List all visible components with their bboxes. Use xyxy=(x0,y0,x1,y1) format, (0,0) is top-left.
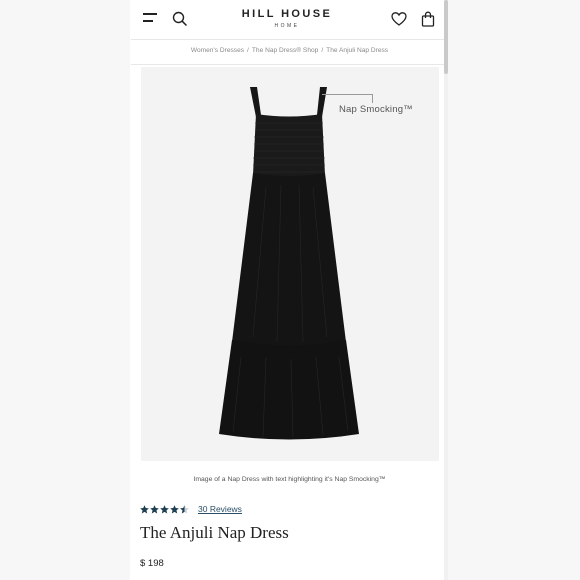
dress-illustration xyxy=(219,87,359,440)
star-icon xyxy=(160,504,169,514)
site-header: HILL HOUSE HOME xyxy=(131,0,448,40)
menu-icon[interactable] xyxy=(143,11,159,25)
breadcrumb-current-product[interactable]: The Anjuli Nap Dress xyxy=(326,47,388,54)
nap-smocking-callout: Nap Smocking™ xyxy=(339,104,413,115)
star-rating xyxy=(140,504,189,514)
breadcrumb-separator: / xyxy=(247,47,249,54)
callout-line xyxy=(372,94,373,103)
star-icon xyxy=(140,504,149,514)
star-icon xyxy=(150,504,159,514)
scrollbar-thumb[interactable] xyxy=(444,0,448,74)
site-logo[interactable]: HILL HOUSE HOME xyxy=(231,8,343,29)
heart-icon[interactable] xyxy=(391,11,407,27)
breadcrumb: Women's Dresses / The Nap Dress® Shop / The … xyxy=(131,39,448,65)
callout-line xyxy=(322,94,373,95)
breadcrumb-womens-dresses[interactable]: Women's Dresses xyxy=(191,47,244,54)
reviews-link[interactable]: 30 Reviews xyxy=(198,504,242,514)
product-image[interactable] xyxy=(141,67,439,461)
search-icon[interactable] xyxy=(172,11,188,27)
star-icon xyxy=(170,504,179,514)
scrollbar-track[interactable] xyxy=(444,0,448,580)
product-title: The Anjuli Nap Dress xyxy=(140,523,289,542)
left-backdrop xyxy=(0,0,130,580)
right-backdrop xyxy=(448,0,580,580)
shopping-bag-icon[interactable] xyxy=(421,11,435,27)
breadcrumb-separator: / xyxy=(321,47,324,54)
logo-subtitle: HOME xyxy=(274,23,300,29)
half-star-icon xyxy=(180,504,189,514)
product-page: HILL HOUSE HOME Women's Dresses / The Nap … xyxy=(131,0,448,580)
breadcrumb-nap-dress-shop[interactable]: The Nap Dress® Shop xyxy=(252,47,318,54)
product-price: $ 198 xyxy=(140,558,164,569)
logo-wordmark: HILL HOUSE xyxy=(241,8,333,20)
product-rating[interactable]: 30 Reviews xyxy=(140,502,242,516)
image-caption: Image of a Nap Dress with text highlight… xyxy=(193,476,386,483)
